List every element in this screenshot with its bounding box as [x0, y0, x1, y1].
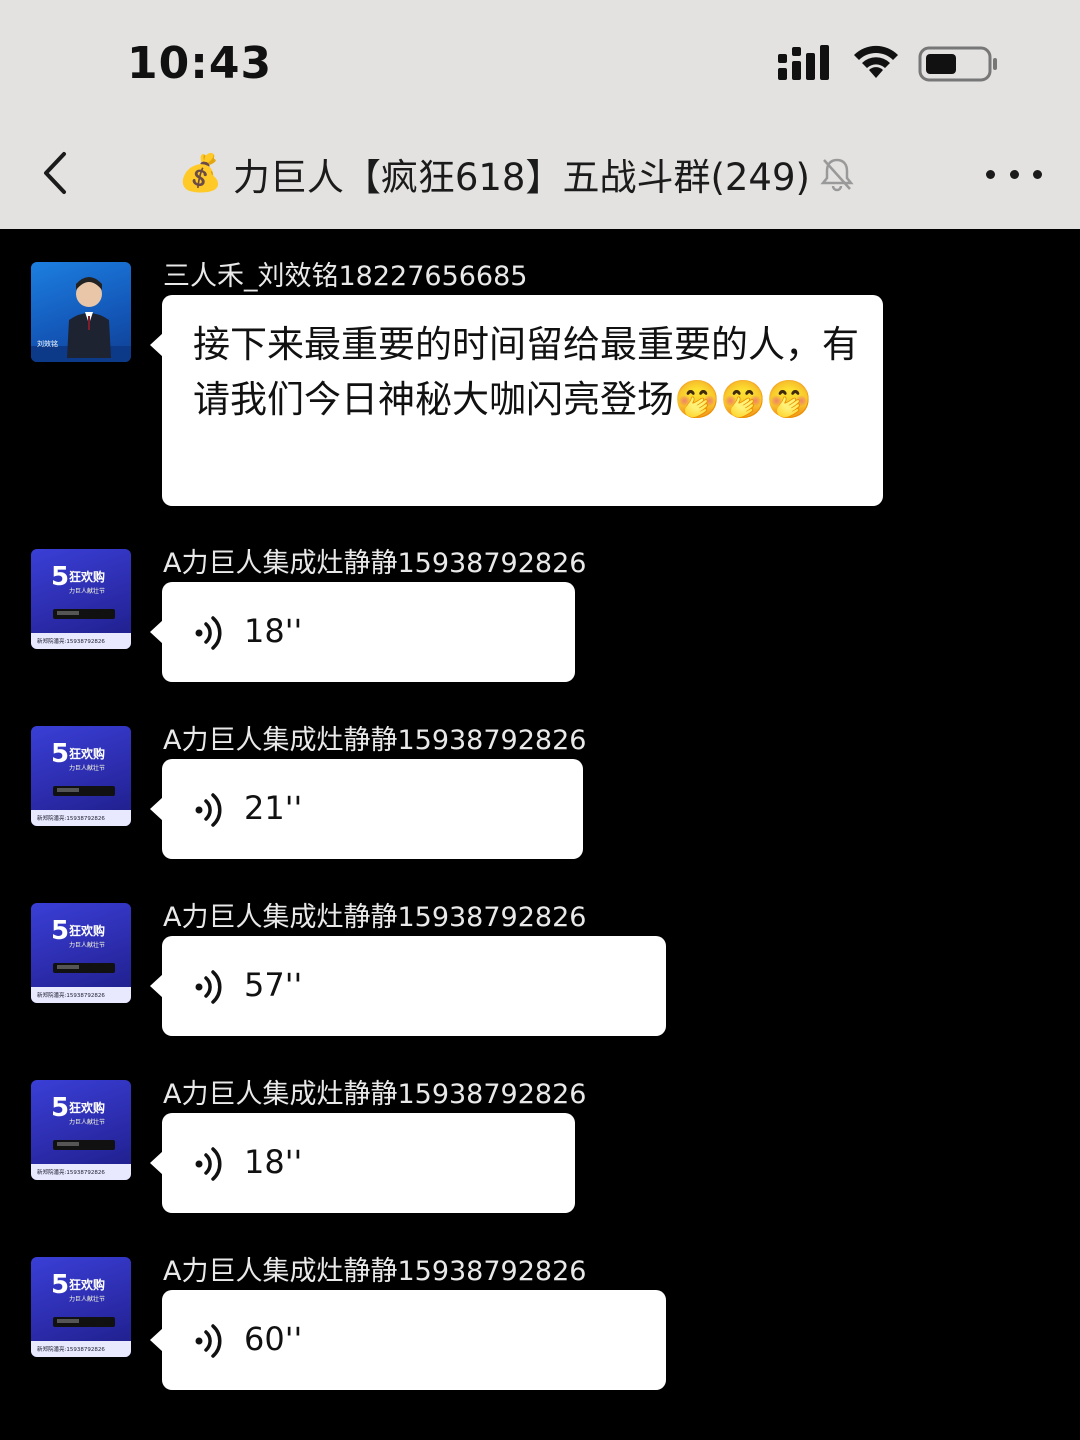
- sender-name: 三人禾_刘效铭18227656685: [163, 261, 528, 292]
- promo-headline: 5: [51, 1093, 69, 1123]
- voice-wave-icon: [195, 970, 222, 1004]
- text-message-bubble[interactable]: 接下来最重要的时间留给最重要的人，有请我们今日神秘大咖闪亮登场🤭🤭🤭: [150, 295, 883, 506]
- promo-headline: 5: [51, 1270, 69, 1300]
- dot-icon: [1009, 169, 1019, 179]
- promo-headline-text: 狂欢购: [69, 1100, 105, 1115]
- promo-headline: 5: [51, 916, 69, 946]
- promo-headline: 5: [51, 562, 69, 592]
- voice-message-bubble[interactable]: 60'': [150, 1290, 666, 1390]
- avatar[interactable]: 5 狂欢购 力巨人献壮节 新郑院潘亮:15938792826: [31, 903, 131, 1003]
- promo-headline-text: 狂欢购: [69, 923, 105, 938]
- wifi-icon: [854, 45, 898, 78]
- person-avatar-icon: 刘效铭: [31, 277, 131, 362]
- promo-headline-text: 狂欢购: [69, 569, 105, 584]
- avatar[interactable]: 5 狂欢购 力巨人献壮节 新郑院潘亮:15938792826: [31, 549, 131, 649]
- message-text: 接下来最重要的时间留给最重要的人，有请我们今日神秘大咖闪亮登场🤭🤭🤭: [193, 323, 859, 421]
- promo-footer: 新郑院潘亮:15938792826: [37, 814, 105, 822]
- status-time: 10:43: [127, 38, 273, 89]
- chevron-left-icon: [44, 152, 66, 194]
- voice-duration: 60'': [244, 1320, 303, 1358]
- promo-footer: 新郑院潘亮:15938792826: [37, 637, 105, 645]
- avatar[interactable]: 5 狂欢购 力巨人献壮节 新郑院潘亮:15938792826: [31, 1257, 131, 1357]
- promo-subline: 力巨人献壮节: [69, 941, 105, 949]
- sender-name: A力巨人集成灶静静15938792826: [163, 1079, 587, 1110]
- avatar[interactable]: 5 狂欢购 力巨人献壮节 新郑院潘亮:15938792826: [31, 1080, 131, 1180]
- back-button[interactable]: [30, 148, 80, 198]
- promo-subline: 力巨人献壮节: [69, 1118, 105, 1126]
- promo-subline: 力巨人献壮节: [69, 1295, 105, 1303]
- voice-message-bubble[interactable]: 18'': [150, 582, 575, 682]
- voice-wave-icon: [195, 1147, 222, 1181]
- promo-subline: 力巨人献壮节: [69, 587, 105, 595]
- dot-icon: [1033, 169, 1042, 179]
- battery-icon: [918, 46, 997, 82]
- voice-duration: 18'': [244, 612, 303, 650]
- cellular-signal-icon: [778, 45, 829, 80]
- promo-avatar-icon: 5 狂欢购 力巨人献壮节 新郑院潘亮:15938792826: [31, 1270, 131, 1357]
- voice-message-bubble[interactable]: 57'': [150, 936, 666, 1036]
- promo-footer: 新郑院潘亮:15938792826: [37, 991, 105, 999]
- promo-avatar-icon: 5 狂欢购 力巨人献壮节 新郑院潘亮:15938792826: [31, 739, 131, 826]
- avatar[interactable]: 刘效铭: [31, 262, 131, 362]
- voice-wave-icon: [195, 1324, 222, 1358]
- voice-wave-icon: [195, 616, 222, 650]
- sender-name: A力巨人集成灶静静15938792826: [163, 548, 587, 579]
- voice-message-bubble[interactable]: 18'': [150, 1113, 575, 1213]
- promo-headline-text: 狂欢购: [69, 746, 105, 761]
- promo-avatar-icon: 5 狂欢购 力巨人献壮节 新郑院潘亮:15938792826: [31, 916, 131, 1003]
- chat-title: 力巨人【疯狂618】五战斗群(249): [232, 156, 810, 199]
- promo-headline: 5: [51, 739, 69, 769]
- avatar-caption: 刘效铭: [37, 339, 58, 348]
- sender-name: A力巨人集成灶静静15938792826: [163, 1256, 587, 1287]
- promo-avatar-icon: 5 狂欢购 力巨人献壮节 新郑院潘亮:15938792826: [31, 562, 131, 649]
- voice-duration: 57'': [244, 966, 303, 1004]
- voice-message-bubble[interactable]: 21'': [150, 759, 583, 859]
- voice-wave-icon: [195, 793, 222, 827]
- muted-bell-icon: [820, 156, 854, 192]
- sender-name: A力巨人集成灶静静15938792826: [163, 902, 587, 933]
- promo-subline: 力巨人献壮节: [69, 764, 105, 772]
- money-bag-icon: 💰: [178, 153, 223, 194]
- promo-headline-text: 狂欢购: [69, 1277, 105, 1292]
- promo-avatar-icon: 5 狂欢购 力巨人献壮节 新郑院潘亮:15938792826: [31, 1093, 131, 1180]
- promo-footer: 新郑院潘亮:15938792826: [37, 1168, 105, 1176]
- voice-duration: 18'': [244, 1143, 303, 1181]
- voice-duration: 21'': [244, 789, 303, 827]
- more-options-button[interactable]: [986, 160, 1042, 188]
- sender-name: A力巨人集成灶静静15938792826: [163, 725, 587, 756]
- avatar[interactable]: 5 狂欢购 力巨人献壮节 新郑院潘亮:15938792826: [31, 726, 131, 826]
- chat-title-bar: 💰 力巨人【疯狂618】五战斗群(249): [178, 148, 854, 200]
- promo-footer: 新郑院潘亮:15938792826: [37, 1345, 105, 1353]
- dot-icon: [986, 169, 995, 179]
- top-bar: 10:43 💰 力巨人【疯狂618】五战斗群(249): [0, 0, 1080, 229]
